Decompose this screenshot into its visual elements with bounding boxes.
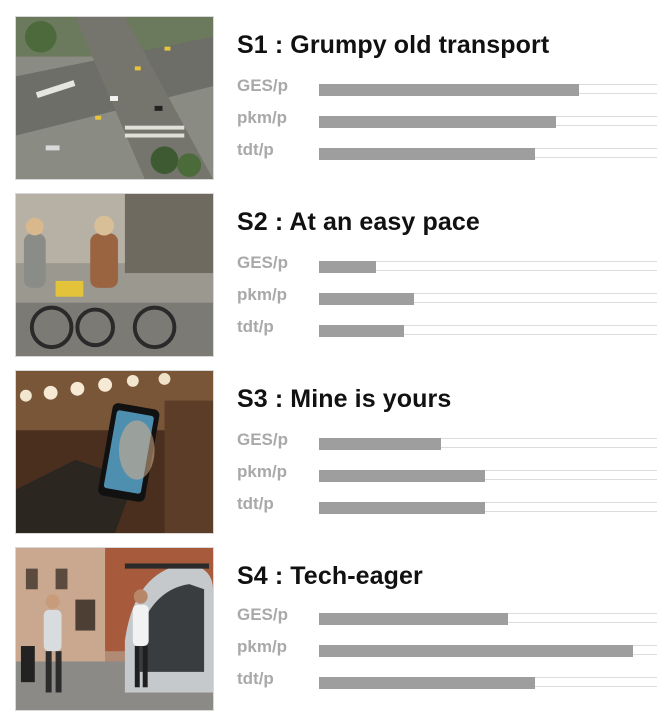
metric-bar-fill bbox=[319, 148, 536, 160]
metric-bar-track bbox=[319, 293, 657, 305]
metric-ges: GES/p bbox=[237, 605, 657, 627]
scenario-photo-city-traffic bbox=[15, 16, 214, 180]
scenario-title: S2 : At an easy pace bbox=[237, 208, 480, 236]
metric-bar-track bbox=[319, 84, 657, 96]
metric-bar-track bbox=[319, 438, 657, 450]
scenario-photo-cycling bbox=[15, 193, 214, 357]
metric-label: GES/p bbox=[237, 76, 289, 95]
metric-ges: GES/p bbox=[237, 76, 657, 98]
metric-label: pkm/p bbox=[237, 108, 288, 127]
metric-bar-track bbox=[319, 470, 657, 482]
metric-bar-fill bbox=[319, 502, 485, 514]
metric-ges: GES/p bbox=[237, 253, 657, 275]
metric-bar-track bbox=[319, 502, 657, 514]
metric-label: GES/p bbox=[237, 605, 289, 624]
metric-pkm: pkm/p bbox=[237, 285, 657, 307]
metric-bar-fill bbox=[319, 84, 580, 96]
metric-bar-fill bbox=[319, 325, 404, 337]
metric-bar-fill bbox=[319, 116, 556, 128]
metric-bar-track bbox=[319, 613, 657, 625]
metric-bar-fill bbox=[319, 261, 377, 273]
metric-bar-fill bbox=[319, 293, 414, 305]
metric-tdt: tdt/p bbox=[237, 669, 657, 691]
scenario-title: S3 : Mine is yours bbox=[237, 385, 452, 413]
metric-label: tdt/p bbox=[237, 140, 274, 159]
metric-pkm: pkm/p bbox=[237, 462, 657, 484]
metric-label: pkm/p bbox=[237, 637, 288, 656]
metric-label: GES/p bbox=[237, 430, 289, 449]
metric-pkm: pkm/p bbox=[237, 637, 657, 659]
metric-label: GES/p bbox=[237, 253, 289, 272]
metric-tdt: tdt/p bbox=[237, 317, 657, 339]
scenario-card-s1: S1 : Grumpy old transport GES/p pkm/p td… bbox=[0, 16, 657, 181]
metric-pkm: pkm/p bbox=[237, 108, 657, 130]
metric-tdt: tdt/p bbox=[237, 140, 657, 162]
metric-bar-track bbox=[319, 677, 657, 689]
metric-bar-fill bbox=[319, 677, 536, 689]
metric-bar-track bbox=[319, 325, 657, 337]
metric-label: tdt/p bbox=[237, 669, 274, 688]
scenario-title: S4 : Tech-eager bbox=[237, 562, 423, 590]
metric-bar-fill bbox=[319, 645, 634, 657]
metric-tdt: tdt/p bbox=[237, 494, 657, 516]
metric-bar-track bbox=[319, 148, 657, 160]
scenario-photo-smartphone bbox=[15, 370, 214, 534]
scenario-card-s2: S2 : At an easy pace GES/p pkm/p tdt/p bbox=[0, 193, 657, 358]
scenario-photo-autonomous-pod bbox=[15, 547, 214, 711]
metric-label: tdt/p bbox=[237, 494, 274, 513]
metric-bar-fill bbox=[319, 613, 509, 625]
metric-bar-fill bbox=[319, 438, 441, 450]
metric-bar-track bbox=[319, 645, 657, 657]
metric-bar-fill bbox=[319, 470, 485, 482]
scenario-card-s4: S4 : Tech-eager GES/p pkm/p tdt/p bbox=[0, 547, 657, 712]
metric-label: pkm/p bbox=[237, 285, 288, 304]
scenario-title: S1 : Grumpy old transport bbox=[237, 31, 550, 59]
metric-label: pkm/p bbox=[237, 462, 288, 481]
metric-bar-track bbox=[319, 116, 657, 128]
scenario-card-s3: S3 : Mine is yours GES/p pkm/p tdt/p bbox=[0, 370, 657, 535]
metric-label: tdt/p bbox=[237, 317, 274, 336]
metric-ges: GES/p bbox=[237, 430, 657, 452]
metric-bar-track bbox=[319, 261, 657, 273]
